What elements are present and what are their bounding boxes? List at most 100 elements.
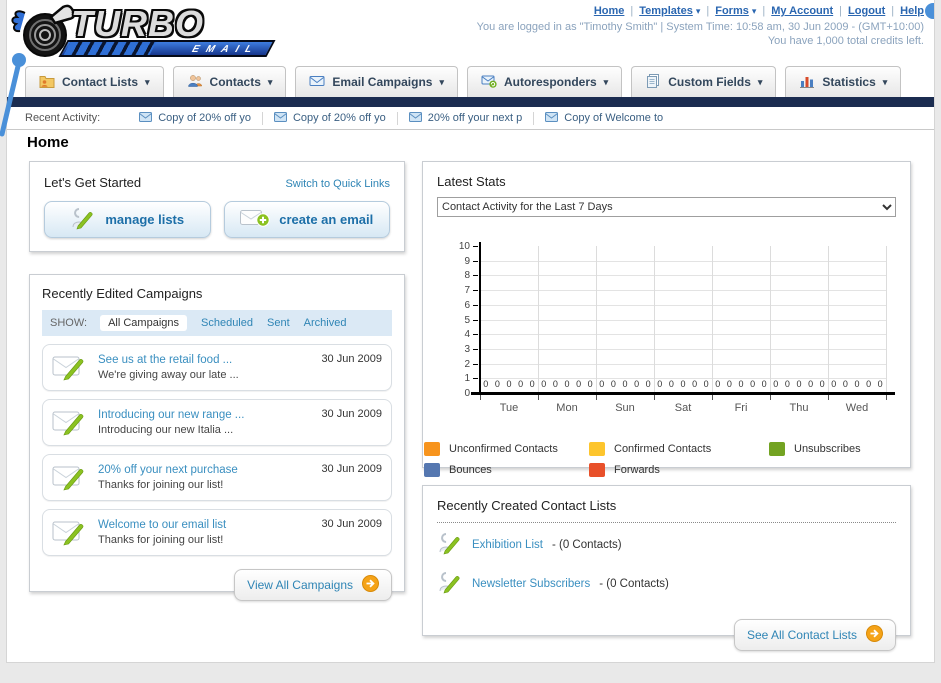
legend-item-unconfirmed-contacts: Unconfirmed Contacts	[424, 442, 589, 456]
y-tick-label: 5	[464, 314, 470, 326]
nav-link-my-account[interactable]: My Account	[771, 5, 833, 17]
y-tick-label: 6	[464, 299, 470, 311]
recent-activity-item[interactable]: Copy of Welcome to	[533, 111, 674, 125]
gridline-h	[480, 290, 886, 292]
campaign-texts: 20% off your next purchase Thanks for joi…	[98, 463, 238, 493]
nav-link-templates[interactable]: Templates	[639, 5, 693, 17]
x-tick	[538, 395, 539, 400]
datapoint-value: 0	[657, 379, 663, 389]
datapoint-value: 0	[773, 379, 779, 389]
chevron-down-icon: ▾	[145, 76, 150, 87]
y-tick	[473, 290, 478, 292]
gridline-h	[480, 275, 886, 277]
legend-swatch	[424, 442, 440, 456]
tab-custom-fields[interactable]: Custom Fields ▾	[631, 66, 777, 97]
envelope-icon	[273, 111, 287, 125]
y-tick	[473, 304, 478, 306]
datapoint-value: 0	[750, 379, 756, 389]
x-tick-label: Thu	[789, 402, 809, 414]
envelope-pencil-icon	[52, 461, 88, 494]
nav-link-help[interactable]: Help	[900, 5, 924, 17]
manage-lists-button[interactable]: manage lists	[44, 201, 211, 238]
campaign-date: 30 Jun 2009	[321, 518, 382, 530]
x-tick-label: Mon	[556, 402, 578, 414]
app-window: TURBO EMAIL Home | Templates ▾ | Forms ▾ | My Ac…	[6, 0, 935, 663]
envelope-plus-icon	[240, 208, 270, 231]
contact-list-link[interactable]: Exhibition List	[472, 539, 543, 551]
tab-contact-lists[interactable]: Contact Lists ▾	[25, 66, 164, 97]
recent-activity-item[interactable]: 20% off your next p	[396, 111, 534, 125]
top-nav: Home | Templates ▾ | Forms ▾ | My Account | Logout…	[477, 5, 924, 17]
header-links: Home | Templates ▾ | Forms ▾ | My Account | Logout…	[477, 5, 924, 47]
datapoint-value: 0	[564, 379, 570, 389]
turbo-email-logo: TURBO EMAIL	[11, 1, 283, 59]
see-all-contact-lists-button[interactable]: See All Contact Lists	[733, 619, 896, 651]
campaign-filters: All Campaigns Scheduled Sent Archived	[100, 315, 346, 331]
campaign-subtitle: Thanks for joining our list!	[98, 533, 224, 546]
gridline-v	[712, 246, 713, 393]
legend-item-confirmed-contacts: Confirmed Contacts	[589, 442, 769, 456]
nav-link-logout[interactable]: Logout	[848, 5, 885, 17]
y-tick	[473, 275, 478, 277]
legend-label: Confirmed Contacts	[614, 443, 712, 455]
campaign-date: 30 Jun 2009	[321, 353, 382, 365]
get-started-panel: Let's Get Started Switch to Quick Links …	[29, 161, 405, 252]
recent-activity-item[interactable]: Copy of 20% off yo	[261, 111, 397, 125]
campaign-title-link[interactable]: Welcome to our email list	[98, 518, 226, 533]
tab-email-campaigns[interactable]: Email Campaigns ▾	[295, 66, 458, 97]
filter-scheduled[interactable]: Scheduled	[201, 317, 253, 329]
x-tick	[770, 395, 771, 400]
y-axis	[479, 242, 481, 393]
datapoint-value: 0	[784, 379, 790, 389]
campaign-row[interactable]: See us at the retail food ... We're givin…	[42, 344, 392, 391]
filter-sent[interactable]: Sent	[267, 317, 290, 329]
email-campaigns-icon	[309, 73, 325, 92]
x-tick	[654, 395, 655, 400]
tab-label: Statistics	[822, 75, 876, 89]
x-tick	[480, 395, 481, 400]
datapoint-value: 0	[877, 379, 883, 389]
campaign-list: See us at the retail food ... We're givin…	[42, 344, 392, 556]
datapoint-value: 0	[854, 379, 860, 389]
tab-autoresponders[interactable]: Autoresponders ▾	[466, 66, 623, 97]
contact-list-count: - (0 Contacts)	[599, 577, 669, 590]
datapoint-value: 0	[866, 379, 872, 389]
brand-subtitle: EMAIL	[189, 44, 262, 55]
datapoint-value: 0	[831, 379, 837, 389]
switch-quick-links-link[interactable]: Switch to Quick Links	[285, 178, 390, 190]
recent-activity-label: Recent Activity:	[25, 112, 101, 124]
campaign-title-link[interactable]: 20% off your next purchase	[98, 463, 238, 478]
campaign-row[interactable]: 20% off your next purchase Thanks for joi…	[42, 454, 392, 501]
contact-list-link[interactable]: Newsletter Subscribers	[472, 578, 590, 590]
y-tick-label: 2	[464, 358, 470, 370]
campaign-title-link[interactable]: Introducing our new range ...	[98, 408, 244, 423]
view-all-campaigns-button[interactable]: View All Campaigns	[234, 569, 392, 601]
statistics-icon	[799, 73, 815, 92]
recent-activity-item[interactable]: Copy of 20% off yo	[128, 111, 262, 125]
tab-contacts[interactable]: Contacts ▾	[172, 66, 287, 97]
y-tick-label: 4	[464, 329, 470, 341]
campaign-row[interactable]: Welcome to our email list Thanks for join…	[42, 509, 392, 556]
filter-archived[interactable]: Archived	[304, 317, 347, 329]
gridline-h	[480, 348, 886, 350]
y-tick	[473, 334, 478, 336]
nav-link-forms[interactable]: Forms	[715, 5, 749, 17]
campaign-row[interactable]: Introducing our new range ... Introducing…	[42, 399, 392, 446]
legend-label: Unsubscribes	[794, 443, 861, 455]
nav-separator: |	[706, 5, 710, 17]
person-pencil-icon	[70, 206, 96, 233]
legend-label: Unconfirmed Contacts	[449, 443, 558, 455]
filter-all-campaigns[interactable]: All Campaigns	[100, 315, 187, 331]
recent-campaigns-panel: Recently Edited Campaigns SHOW: All Camp…	[29, 274, 405, 601]
tab-statistics[interactable]: Statistics ▾	[785, 66, 902, 97]
recent-activity-text: 20% off your next p	[427, 112, 523, 124]
create-email-button[interactable]: create an email	[223, 201, 390, 238]
nav-link-home[interactable]: Home	[594, 5, 625, 17]
nav-separator: |	[762, 5, 766, 17]
x-tick-label: Wed	[845, 402, 869, 414]
campaign-subtitle: Introducing our new Italia ...	[98, 423, 234, 436]
stats-range-select[interactable]: Contact Activity for the Last 7 Days	[437, 197, 896, 217]
datapoint-value: 0	[842, 379, 848, 389]
campaign-title-link[interactable]: See us at the retail food ...	[98, 353, 239, 368]
tab-label: Contacts	[209, 75, 261, 89]
